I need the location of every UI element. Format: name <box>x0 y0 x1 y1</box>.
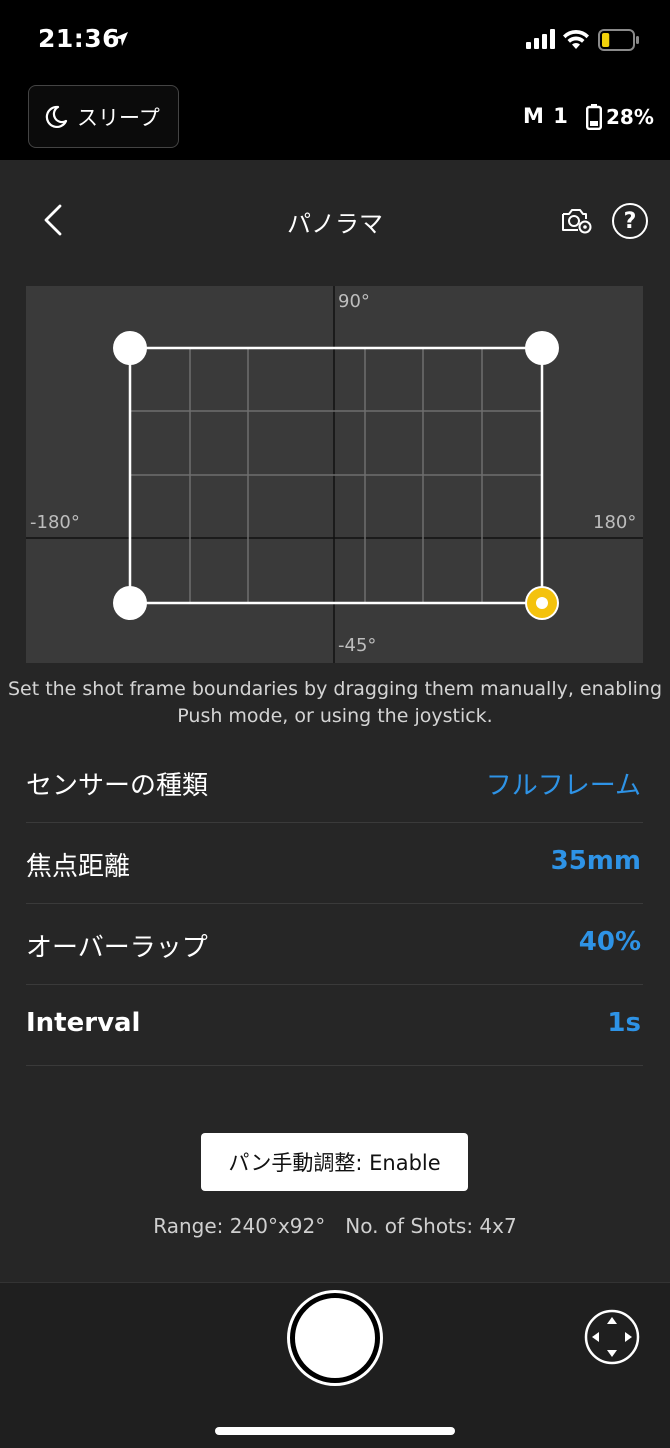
mode-indicator: M 1 <box>523 104 569 128</box>
cellular-signal-icon <box>526 29 555 49</box>
setting-value[interactable]: フルフレーム <box>486 765 641 802</box>
joystick-icon[interactable] <box>584 1309 640 1365</box>
help-button[interactable]: ? <box>612 203 648 239</box>
wifi-icon <box>563 29 589 49</box>
setting-row-focal-length[interactable]: 焦点距離 35mm <box>26 824 643 904</box>
panorama-grid <box>26 286 643 663</box>
axis-label-top: 90° <box>338 291 370 312</box>
battery-icon <box>598 29 639 51</box>
frame-handle-top-right[interactable] <box>525 331 559 365</box>
frame-handle-top-left[interactable] <box>113 331 147 365</box>
setting-label: Interval <box>26 1008 141 1038</box>
status-bar: 21:36 スリープ M 1 28% <box>0 0 670 160</box>
shutter-button[interactable] <box>290 1293 380 1383</box>
axis-label-left: -180° <box>30 512 80 533</box>
setting-row-overlap[interactable]: オーバーラップ 40% <box>26 905 643 985</box>
setting-value[interactable]: 40% <box>579 927 641 957</box>
moon-icon <box>45 105 68 128</box>
manual-pan-button[interactable]: パン手動調整: Enable <box>201 1133 468 1191</box>
status-time: 21:36 <box>38 24 121 53</box>
setting-row-sensor[interactable]: センサーの種類 フルフレーム <box>26 743 643 823</box>
gimbal-battery-percent: 28% <box>606 105 654 129</box>
setting-value[interactable]: 1s <box>607 1008 641 1038</box>
shot-count-text: No. of Shots: 4x7 <box>345 1214 517 1238</box>
panorama-frame-editor[interactable]: 90° -45° -180° 180° <box>26 286 643 663</box>
setting-label: オーバーラップ <box>26 933 208 963</box>
home-indicator <box>215 1427 455 1435</box>
location-arrow-icon <box>114 32 128 46</box>
camera-settings-icon[interactable] <box>560 206 592 234</box>
axis-label-bottom: -45° <box>338 635 377 656</box>
frame-hint-text: Set the shot frame boundaries by draggin… <box>7 678 663 727</box>
setting-row-interval[interactable]: Interval 1s <box>26 986 643 1066</box>
axis-label-right: 180° <box>593 512 637 533</box>
setting-label: センサーの種類 <box>26 771 209 801</box>
range-text: Range: 240°x92° <box>153 1214 326 1238</box>
range-info: Range: 240°x92° No. of Shots: 4x7 <box>0 1214 670 1238</box>
setting-value[interactable]: 35mm <box>551 846 641 876</box>
sleep-button[interactable]: スリープ <box>28 85 179 148</box>
sleep-label: スリープ <box>77 105 160 130</box>
frame-handle-bottom-right-active[interactable] <box>525 586 559 620</box>
setting-label: 焦点距離 <box>26 852 131 882</box>
frame-handle-bottom-left[interactable] <box>113 586 147 620</box>
gimbal-battery-icon <box>586 104 602 130</box>
